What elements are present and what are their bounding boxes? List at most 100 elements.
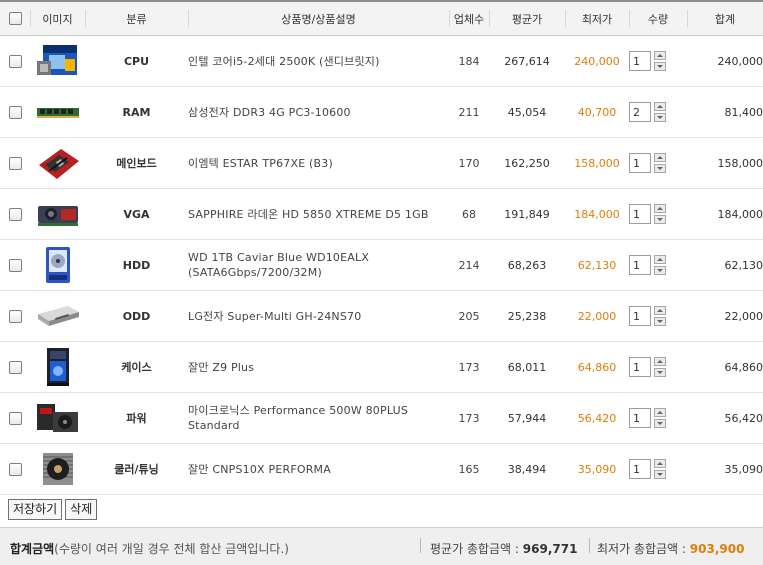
row-checkbox[interactable]: [8, 207, 22, 221]
quantity-up-icon[interactable]: [654, 306, 666, 315]
quantity-up-icon[interactable]: [654, 102, 666, 111]
product-name-cell: 삼성전자 DDR3 4G PC3-10600: [188, 86, 449, 138]
avg-price-cell: 57,944: [489, 392, 565, 444]
cpu-box-image[interactable]: [35, 41, 81, 81]
quantity-up-icon[interactable]: [654, 153, 666, 162]
product-name[interactable]: 잘만 Z9 Plus: [188, 360, 449, 375]
product-name-cell: 잘만 CNPS10X PERFORMA: [188, 443, 449, 495]
product-name[interactable]: LG전자 Super-Multi GH-24NS70: [188, 309, 449, 324]
ram-stick-image[interactable]: [35, 92, 81, 132]
quantity-input[interactable]: 1: [629, 51, 651, 71]
quantity-cell: 1: [629, 392, 687, 444]
quantity-down-icon[interactable]: [654, 164, 666, 173]
product-name[interactable]: 이엠텍 ESTAR TP67XE (B3): [188, 156, 449, 171]
row-checkbox[interactable]: [8, 156, 22, 170]
quantity-stepper: 1: [629, 306, 666, 326]
quantity-down-icon[interactable]: [654, 266, 666, 275]
vendor-count-cell: 173: [449, 392, 489, 444]
min-total-value: 903,900: [689, 542, 745, 556]
vendor-count-cell: 68: [449, 188, 489, 240]
quantity-down-icon[interactable]: [654, 113, 666, 122]
quantity-input[interactable]: 1: [629, 306, 651, 326]
hard-drive-image[interactable]: [35, 245, 81, 285]
avg-price-cell: 267,614: [489, 35, 565, 87]
row-checkbox[interactable]: [8, 105, 22, 119]
quantity-input[interactable]: 1: [629, 408, 651, 428]
product-name[interactable]: 잘만 CNPS10X PERFORMA: [188, 462, 449, 477]
divider: [420, 538, 421, 553]
row-total-cell: 184,000: [687, 188, 763, 240]
quantity-up-icon[interactable]: [654, 459, 666, 468]
quantity-input[interactable]: 1: [629, 153, 651, 173]
product-image-cell: [30, 137, 85, 189]
row-checkbox[interactable]: [8, 462, 22, 476]
vendor-count-cell: 170: [449, 137, 489, 189]
quantity-up-icon[interactable]: [654, 51, 666, 60]
quantity-down-icon[interactable]: [654, 368, 666, 377]
quantity-input[interactable]: 1: [629, 255, 651, 275]
row-total-cell: 56,420: [687, 392, 763, 444]
quantity-spinner: [654, 153, 666, 173]
category-cell: CPU: [85, 35, 188, 87]
product-name[interactable]: SAPPHIRE 라데온 HD 5850 XTREME D5 1GB: [188, 207, 449, 222]
product-name[interactable]: 마이크로닉스 Performance 500W 80PLUS: [188, 403, 449, 418]
col-image: 이미지: [30, 0, 85, 36]
quantity-cell: 1: [629, 239, 687, 291]
quantity-spinner: [654, 51, 666, 71]
quantity-spinner: [654, 408, 666, 428]
min-price-cell: 40,700: [565, 86, 629, 138]
quantity-cell: 1: [629, 188, 687, 240]
action-buttons: 저장하기 삭제: [8, 499, 100, 520]
quantity-input[interactable]: 1: [629, 459, 651, 479]
row-checkbox[interactable]: [8, 54, 22, 68]
product-image-cell: [30, 443, 85, 495]
row-checkbox[interactable]: [8, 309, 22, 323]
quantity-down-icon[interactable]: [654, 419, 666, 428]
row-checkbox[interactable]: [8, 360, 22, 374]
vendor-count-cell: 211: [449, 86, 489, 138]
min-price-cell: 56,420: [565, 392, 629, 444]
quantity-cell: 1: [629, 137, 687, 189]
category-cell: VGA: [85, 188, 188, 240]
quantity-down-icon[interactable]: [654, 470, 666, 479]
avg-price-cell: 68,263: [489, 239, 565, 291]
save-button[interactable]: 저장하기: [8, 499, 63, 520]
product-name[interactable]: 인텔 코어i5-2세대 2500K (샌디브릿지): [188, 54, 449, 69]
row-checkbox-cell: [0, 290, 30, 342]
quantity-input[interactable]: 1: [629, 357, 651, 377]
min-price-cell: 62,130: [565, 239, 629, 291]
quantity-up-icon[interactable]: [654, 255, 666, 264]
min-price-cell: 158,000: [565, 137, 629, 189]
min-total: 최저가 총합금액 : 903,900: [597, 540, 744, 557]
row-total-cell: 64,860: [687, 341, 763, 393]
row-total-cell: 62,130: [687, 239, 763, 291]
delete-button[interactable]: 삭제: [65, 499, 98, 520]
divider: [589, 538, 590, 553]
product-name[interactable]: 삼성전자 DDR3 4G PC3-10600: [188, 105, 449, 120]
quantity-down-icon[interactable]: [654, 62, 666, 71]
row-checkbox[interactable]: [8, 411, 22, 425]
product-name[interactable]: WD 1TB Caviar Blue WD10EALX: [188, 250, 449, 265]
quantity-up-icon[interactable]: [654, 204, 666, 213]
product-name-line2[interactable]: (SATA6Gbps/7200/32M): [188, 265, 449, 280]
quantity-down-icon[interactable]: [654, 215, 666, 224]
select-all-checkbox[interactable]: [8, 12, 22, 26]
cpu-cooler-image[interactable]: [35, 449, 81, 489]
quantity-up-icon[interactable]: [654, 357, 666, 366]
quantity-stepper: 1: [629, 204, 666, 224]
power-supply-image[interactable]: [35, 398, 81, 438]
optical-drive-image[interactable]: [35, 296, 81, 336]
table-row: 파워 마이크로닉스 Performance 500W 80PLUS Standard…: [0, 392, 763, 444]
row-total-cell: 240,000: [687, 35, 763, 87]
quantity-down-icon[interactable]: [654, 317, 666, 326]
pc-case-image[interactable]: [35, 347, 81, 387]
product-image-cell: [30, 341, 85, 393]
quantity-up-icon[interactable]: [654, 408, 666, 417]
row-checkbox[interactable]: [8, 258, 22, 272]
graphics-card-image[interactable]: [35, 194, 81, 234]
motherboard-image[interactable]: [35, 143, 81, 183]
quantity-input[interactable]: 2: [629, 102, 651, 122]
min-total-label: 최저가 총합금액 :: [597, 542, 690, 556]
product-name-line2[interactable]: Standard: [188, 418, 449, 433]
quantity-input[interactable]: 1: [629, 204, 651, 224]
